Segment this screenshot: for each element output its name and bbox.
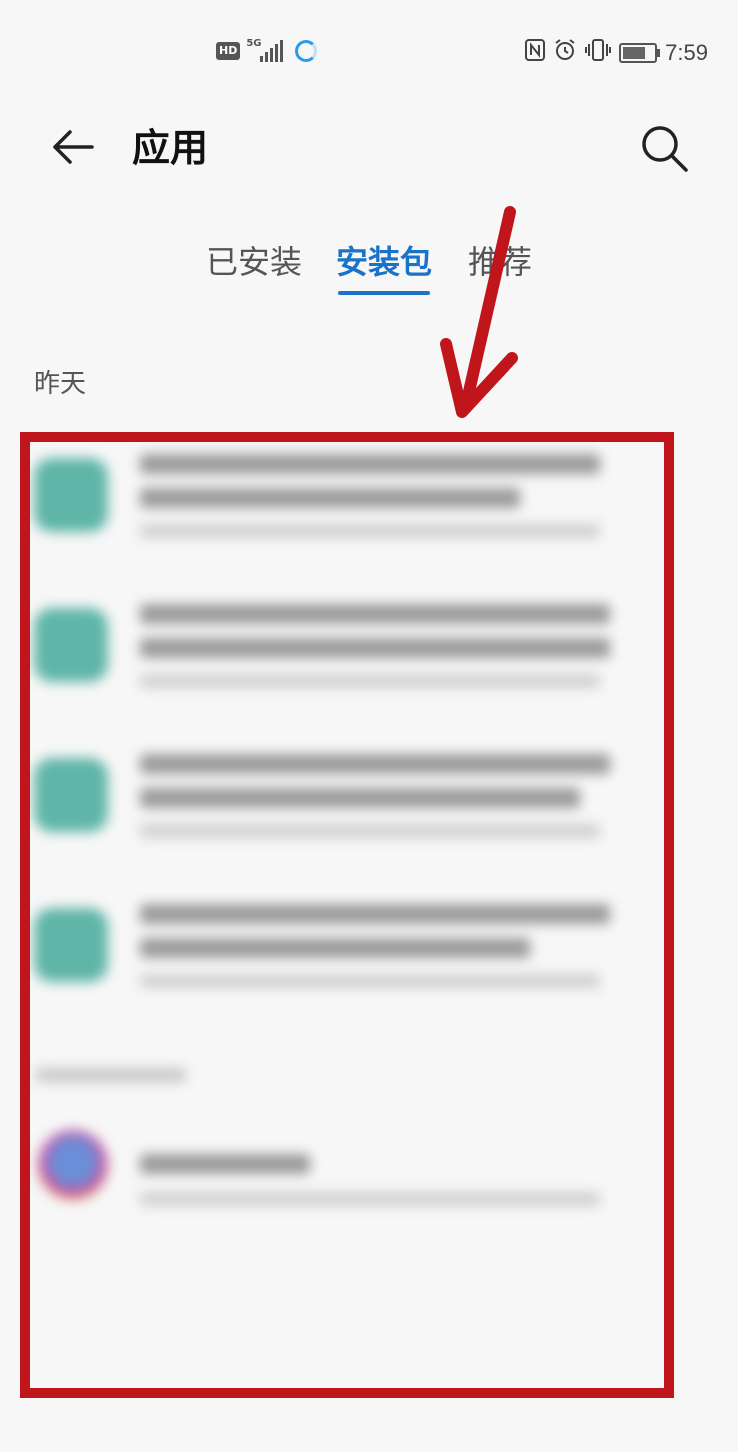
red-arrow-icon — [440, 206, 518, 418]
